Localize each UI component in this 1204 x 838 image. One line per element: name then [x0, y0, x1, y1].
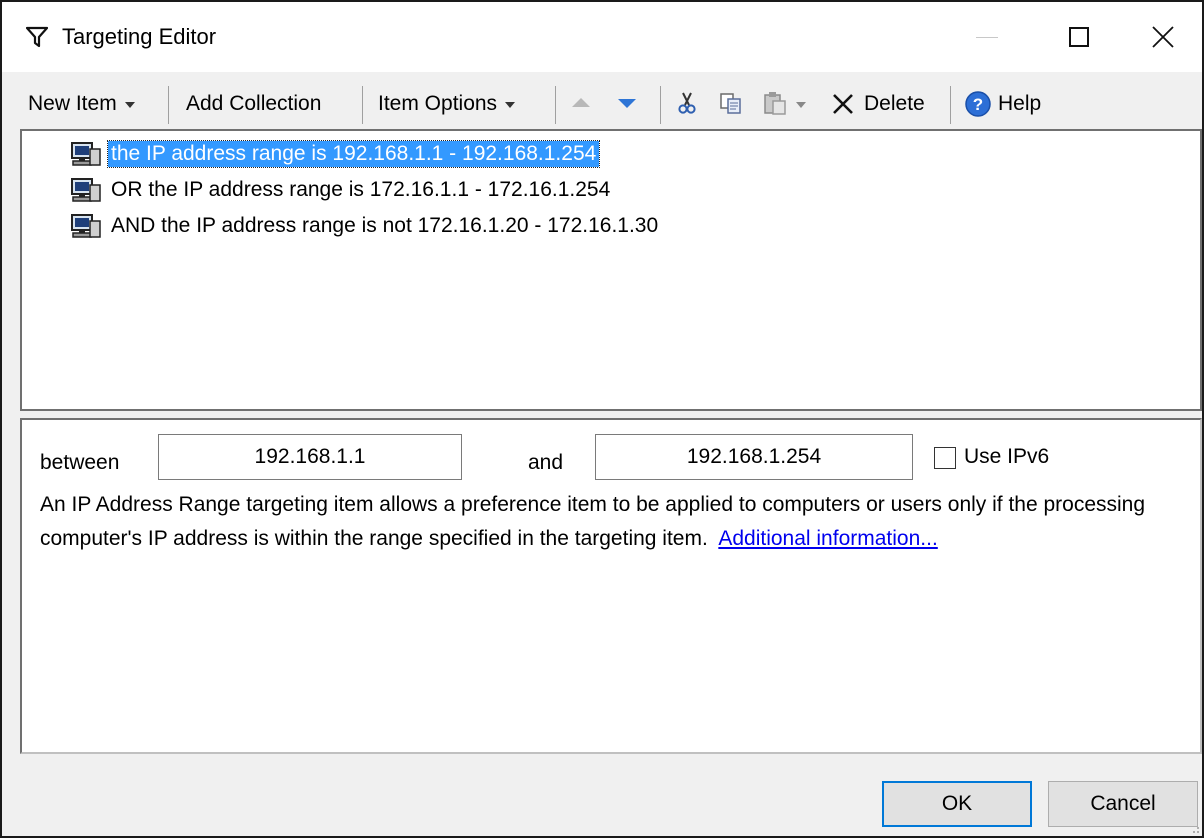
use-ipv6-label[interactable]: Use IPv6 [964, 444, 1049, 470]
close-icon [1152, 26, 1174, 48]
scissors-icon[interactable] [674, 90, 700, 116]
delete-label: Delete [864, 92, 925, 115]
resize-grip-icon[interactable] [1188, 822, 1200, 834]
maximize-icon [1069, 27, 1089, 47]
svg-text:?: ? [973, 95, 983, 114]
use-ipv6-checkbox[interactable] [934, 447, 956, 469]
close-button[interactable] [1128, 2, 1198, 72]
and-label: and [528, 451, 564, 474]
tree-item[interactable]: the IP address range is 192.168.1.1 - 19… [70, 139, 601, 169]
tree-item[interactable]: AND the IP address range is not 172.16.1… [70, 211, 661, 241]
description-text: An IP Address Range targeting item allow… [40, 488, 1170, 556]
computer-icon [71, 214, 101, 238]
toolbar: New Item Add Collection Item Options Del… [2, 72, 1202, 128]
between-label: between [40, 451, 120, 474]
toolbar-separator [660, 86, 661, 124]
targeting-editor-window: Targeting Editor New Item Add Collection… [0, 0, 1204, 838]
arrow-up-icon[interactable] [568, 90, 594, 116]
item-options-dropdown[interactable]: Item Options [378, 90, 516, 118]
cancel-button[interactable]: Cancel [1048, 781, 1198, 827]
item-options-label: Item Options [378, 92, 498, 115]
copy-icon[interactable] [718, 90, 744, 116]
new-item-label: New Item [28, 92, 117, 115]
toolbar-separator [362, 86, 363, 124]
paste-icon[interactable] [762, 90, 788, 116]
start-ip-input[interactable] [158, 434, 462, 480]
title-bar: Targeting Editor [2, 2, 1202, 72]
add-collection-label: Add Collection [186, 92, 322, 115]
maximize-button[interactable] [1044, 2, 1114, 72]
x-icon [833, 94, 853, 114]
computer-icon [71, 178, 101, 202]
help-label: Help [998, 92, 1042, 115]
tree-item-label: AND the IP address range is not 172.16.1… [111, 214, 659, 237]
minimize-button[interactable] [952, 2, 1022, 72]
additional-information-link[interactable]: Additional information... [718, 527, 937, 550]
chevron-down-icon [124, 102, 135, 108]
toolbar-separator [950, 86, 951, 124]
tree-item[interactable]: OR the IP address range is 172.16.1.1 - … [70, 175, 613, 205]
item-details-panel: between and Use IPv6 An IP Address Range… [20, 418, 1202, 754]
chevron-down-icon [505, 102, 516, 108]
computer-icon [71, 142, 101, 166]
help-button[interactable]: ? Help [964, 90, 1041, 118]
help-circle-icon: ? [965, 91, 991, 117]
tree-item-label: OR the IP address range is 172.16.1.1 - … [111, 178, 611, 201]
toolbar-separator [555, 86, 556, 124]
add-collection-button[interactable]: Add Collection [186, 90, 321, 118]
toolbar-separator [168, 86, 169, 124]
paste-dropdown-chevron-icon[interactable] [796, 102, 806, 108]
minimize-icon [976, 36, 998, 38]
arrow-down-icon[interactable] [614, 90, 640, 116]
end-ip-input[interactable] [595, 434, 913, 480]
filter-icon [26, 26, 48, 48]
tree-item-label: the IP address range is 192.168.1.1 - 19… [106, 140, 601, 168]
description-body: An IP Address Range targeting item allow… [40, 493, 1146, 550]
targeting-items-tree[interactable]: the IP address range is 192.168.1.1 - 19… [20, 129, 1202, 411]
ok-button[interactable]: OK [882, 781, 1032, 827]
new-item-dropdown[interactable]: New Item [28, 90, 135, 118]
window-title: Targeting Editor [62, 24, 217, 49]
delete-button[interactable]: Delete [830, 90, 925, 118]
